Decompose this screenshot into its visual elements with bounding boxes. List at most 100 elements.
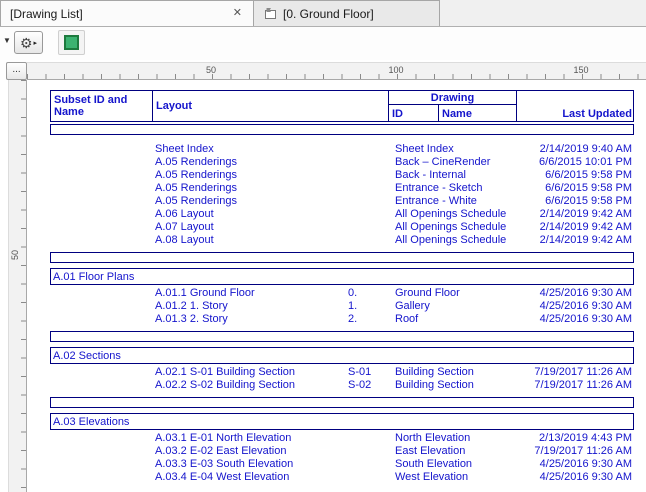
cell-layout: A.01.3 2. Story xyxy=(155,313,228,325)
cell-last-updated: 7/19/2017 11:26 AM xyxy=(534,366,632,378)
table-row: A.02.1 S-01 Building Section S-01 Building… xyxy=(50,366,634,379)
cell-name: All Openings Schedule xyxy=(395,208,507,220)
tab-ground-floor-label: [0. Ground Floor] xyxy=(283,6,374,21)
ruler-label: 50 xyxy=(10,249,21,261)
cell-last-updated: 4/25/2016 9:30 AM xyxy=(539,313,632,325)
tab-drawing-list[interactable]: [Drawing List] ✕ xyxy=(0,0,254,26)
cell-name: Building Section xyxy=(395,366,474,378)
table-row: A.01.1 Ground Floor 0. Ground Floor 4/25/20… xyxy=(50,287,634,300)
header-id: ID xyxy=(389,105,439,121)
cell-id: S-01 xyxy=(348,366,372,378)
cell-last-updated: 6/6/2015 9:58 PM xyxy=(545,195,632,207)
split-arrow-icon: ▸ xyxy=(33,39,38,47)
gear-icon: ⚙ xyxy=(19,34,33,51)
cell-id: S-02 xyxy=(348,379,372,391)
close-icon[interactable]: ✕ xyxy=(231,7,244,20)
table-row: A.03.4 E-04 West Elevation West Elevation… xyxy=(50,471,634,484)
cell-layout: A.01.2 1. Story xyxy=(155,300,228,312)
cell-name: Building Section xyxy=(395,379,474,391)
drawing-list-body: Sheet Index Sheet Index 2/14/2019 9:40 AM A… xyxy=(50,124,634,484)
cell-last-updated: 6/6/2015 9:58 PM xyxy=(545,169,632,181)
section-rows: A.02.1 S-01 Building Section S-01 Building… xyxy=(50,366,634,392)
section-separator xyxy=(50,397,634,408)
section-separator xyxy=(50,252,634,263)
cell-last-updated: 4/25/2016 9:30 AM xyxy=(539,287,632,299)
green-swatch-button[interactable] xyxy=(58,30,85,55)
header-layout: Layout xyxy=(153,91,389,121)
cell-name: Gallery xyxy=(395,300,430,312)
table-row: A.07 Layout All Openings Schedule 2/14/201… xyxy=(50,221,634,234)
table-row: A.03.2 E-02 East Elevation East Elevation… xyxy=(50,445,634,458)
cell-layout: A.08 Layout xyxy=(155,234,214,246)
cell-layout: A.03.4 E-04 West Elevation xyxy=(155,471,290,483)
table-row: A.01.3 2. Story 2. Roof 4/25/2016 9:30 AM xyxy=(50,313,634,326)
cell-name: Back – CineRender xyxy=(395,156,491,168)
table-row: A.05 Renderings Entrance - Sketch 6/6/2015… xyxy=(50,182,634,195)
cell-layout: A.05 Renderings xyxy=(155,195,237,207)
section-rows: A.03.1 E-01 North Elevation North Elevati… xyxy=(50,432,634,484)
cell-layout: A.05 Renderings xyxy=(155,182,237,194)
subset-title: A.01 Floor Plans xyxy=(50,268,634,285)
cell-name: Entrance - White xyxy=(395,195,477,207)
cell-name: South Elevation xyxy=(395,458,473,470)
table-row: A.03.3 E-03 South Elevation South Elevati… xyxy=(50,458,634,471)
section-separator xyxy=(50,331,634,342)
collapse-arrow-icon[interactable]: ▼ xyxy=(3,36,11,45)
table-row: A.05 Renderings Back – CineRender 6/6/2015… xyxy=(50,156,634,169)
subset-title: A.02 Sections xyxy=(50,347,634,364)
table-row: A.06 Layout All Openings Schedule 2/14/201… xyxy=(50,208,634,221)
cell-name: West Elevation xyxy=(395,471,469,483)
table-row: A.02.2 S-02 Building Section S-02 Building… xyxy=(50,379,634,392)
section-rows: A.01.1 Ground Floor 0. Ground Floor 4/25/20… xyxy=(50,287,634,326)
cell-id: 2. xyxy=(348,313,358,325)
subset-title: A.03 Elevations xyxy=(50,413,634,430)
green-square-icon xyxy=(64,35,79,50)
horizontal-ruler[interactable]: 50 100 150 xyxy=(27,62,646,80)
table-row: Sheet Index Sheet Index 2/14/2019 9:40 AM xyxy=(50,143,634,156)
header-subset: Subset ID and Name xyxy=(51,91,153,121)
drawing-list-table: Subset ID and Name Layout Drawing ID Nam… xyxy=(50,90,634,484)
table-row: A.03.1 E-01 North Elevation North Elevati… xyxy=(50,432,634,445)
settings-button[interactable]: ⚙ ▸ xyxy=(14,31,43,54)
vertical-ruler[interactable]: 50 xyxy=(8,80,27,492)
table-header: Subset ID and Name Layout Drawing ID Nam… xyxy=(50,90,634,122)
cell-layout: A.03.2 E-02 East Elevation xyxy=(155,445,287,457)
toolbar: ▼ ⚙ ▸ xyxy=(0,27,646,60)
tab-ground-floor[interactable]: [0. Ground Floor] xyxy=(254,0,440,26)
cell-last-updated: 2/14/2019 9:42 AM xyxy=(539,234,632,246)
section-separator xyxy=(50,124,634,135)
table-row: A.01.2 1. Story 1. Gallery 4/25/2016 9:30 A… xyxy=(50,300,634,313)
ruler-label: 150 xyxy=(573,65,589,75)
layout-canvas[interactable]: Subset ID and Name Layout Drawing ID Nam… xyxy=(27,80,646,492)
cell-last-updated: 4/25/2016 9:30 AM xyxy=(539,471,632,483)
cell-last-updated: 4/25/2016 9:30 AM xyxy=(539,458,632,470)
ruler-label: 100 xyxy=(388,65,404,75)
cell-name: All Openings Schedule xyxy=(395,234,507,246)
tab-bar: [Drawing List] ✕ [0. Ground Floor] xyxy=(0,0,646,27)
cell-name: East Elevation xyxy=(395,445,466,457)
cell-layout: A.06 Layout xyxy=(155,208,214,220)
layout-sheet-icon xyxy=(265,8,276,19)
cell-last-updated: 4/25/2016 9:30 AM xyxy=(539,300,632,312)
cell-last-updated: 6/6/2015 9:58 PM xyxy=(545,182,632,194)
cell-name: Roof xyxy=(395,313,419,325)
cell-last-updated: 7/19/2017 11:26 AM xyxy=(534,379,632,391)
cell-layout: A.02.2 S-02 Building Section xyxy=(155,379,296,391)
cell-layout: A.07 Layout xyxy=(155,221,214,233)
cell-id: 0. xyxy=(348,287,358,299)
cell-name: Ground Floor xyxy=(395,287,460,299)
cell-last-updated: 2/13/2019 4:43 PM xyxy=(539,432,632,444)
cell-last-updated: 2/14/2019 9:40 AM xyxy=(539,143,632,155)
cell-last-updated: 6/6/2015 10:01 PM xyxy=(539,156,632,168)
table-row: A.08 Layout All Openings Schedule 2/14/201… xyxy=(50,234,634,247)
header-name: Name xyxy=(439,105,517,121)
cell-layout: A.03.1 E-01 North Elevation xyxy=(155,432,292,444)
tab-drawing-list-label: [Drawing List] xyxy=(10,6,83,21)
cell-name: Sheet Index xyxy=(395,143,454,155)
cell-layout: Sheet Index xyxy=(155,143,214,155)
table-row: A.05 Renderings Back - Internal 6/6/2015 9… xyxy=(50,169,634,182)
ruler-options-button[interactable]: ... xyxy=(6,62,27,80)
cell-layout: A.02.1 S-01 Building Section xyxy=(155,366,296,378)
cell-layout: A.01.1 Ground Floor xyxy=(155,287,255,299)
cell-name: All Openings Schedule xyxy=(395,221,507,233)
